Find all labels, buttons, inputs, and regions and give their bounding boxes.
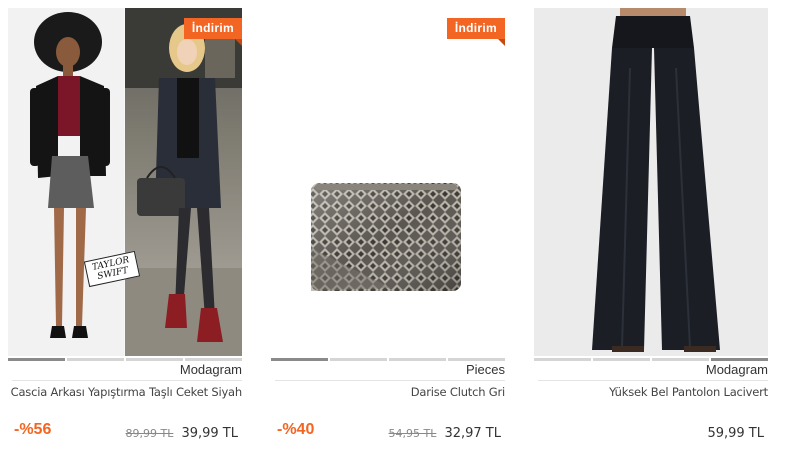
- slider-dot[interactable]: [711, 358, 768, 361]
- old-price: 54,95 TL: [388, 427, 437, 440]
- discount-badge: İndirim: [446, 18, 505, 46]
- product-image-1[interactable]: TAYLOR SWIFT İndirim: [8, 8, 242, 356]
- brand-name[interactable]: Modagram: [180, 362, 242, 377]
- old-price: 89,99 TL: [125, 427, 174, 440]
- slider-dot[interactable]: [593, 358, 650, 361]
- product-card-3[interactable]: Modagram Yüksek Bel Pantolon Lacivert 59…: [534, 8, 768, 448]
- celebrity-illustration: [125, 8, 242, 356]
- model-photo-pane: [8, 8, 124, 356]
- product-card-1[interactable]: TAYLOR SWIFT İndirim Modagram Cascia Arka…: [8, 8, 242, 448]
- product-title[interactable]: Darise Clutch Gri: [271, 384, 505, 401]
- slider-dot[interactable]: [67, 358, 124, 361]
- image-slider-indicator[interactable]: [534, 358, 768, 361]
- image-slider-indicator[interactable]: [271, 358, 505, 361]
- new-price: 59,99 TL: [707, 426, 764, 441]
- divider: [538, 380, 768, 381]
- celebrity-photo-pane: [125, 8, 242, 356]
- discount-percent: -%40: [277, 421, 315, 438]
- clutch-illustration: [311, 183, 461, 291]
- trousers-illustration: [592, 8, 720, 352]
- brand-name[interactable]: Pieces: [466, 362, 505, 377]
- new-price: 32,97 TL: [444, 426, 501, 441]
- slider-dot[interactable]: [389, 358, 446, 361]
- product-title[interactable]: Cascia Arkası Yapıştırma Taşlı Ceket Siy…: [8, 384, 243, 401]
- product-image-3[interactable]: [534, 8, 768, 356]
- slider-dot[interactable]: [652, 358, 709, 361]
- slider-dot[interactable]: [534, 358, 591, 361]
- slider-dot[interactable]: [448, 358, 505, 361]
- price-block: 54,95 TL 32,97 TL: [389, 422, 501, 441]
- slider-dot[interactable]: [126, 358, 183, 361]
- slider-dot[interactable]: [330, 358, 387, 361]
- product-title[interactable]: Yüksek Bel Pantolon Lacivert: [534, 384, 768, 401]
- price-block: 89,99 TL 39,99 TL: [126, 422, 238, 441]
- image-slider-indicator[interactable]: [8, 358, 242, 361]
- product-card-2[interactable]: İndirim Pieces Darise Clutch Gri -%40 54…: [271, 8, 505, 448]
- slider-dot[interactable]: [271, 358, 328, 361]
- divider: [12, 380, 242, 381]
- divider: [275, 380, 505, 381]
- price-block: 59,99 TL: [707, 422, 764, 441]
- model-illustration: [30, 12, 110, 338]
- slider-dot[interactable]: [185, 358, 242, 361]
- slider-dot[interactable]: [8, 358, 65, 361]
- brand-name[interactable]: Modagram: [706, 362, 768, 377]
- new-price: 39,99 TL: [181, 426, 238, 441]
- discount-percent: -%56: [14, 421, 52, 438]
- product-image-2[interactable]: İndirim: [271, 8, 505, 356]
- discount-badge: İndirim: [183, 18, 242, 46]
